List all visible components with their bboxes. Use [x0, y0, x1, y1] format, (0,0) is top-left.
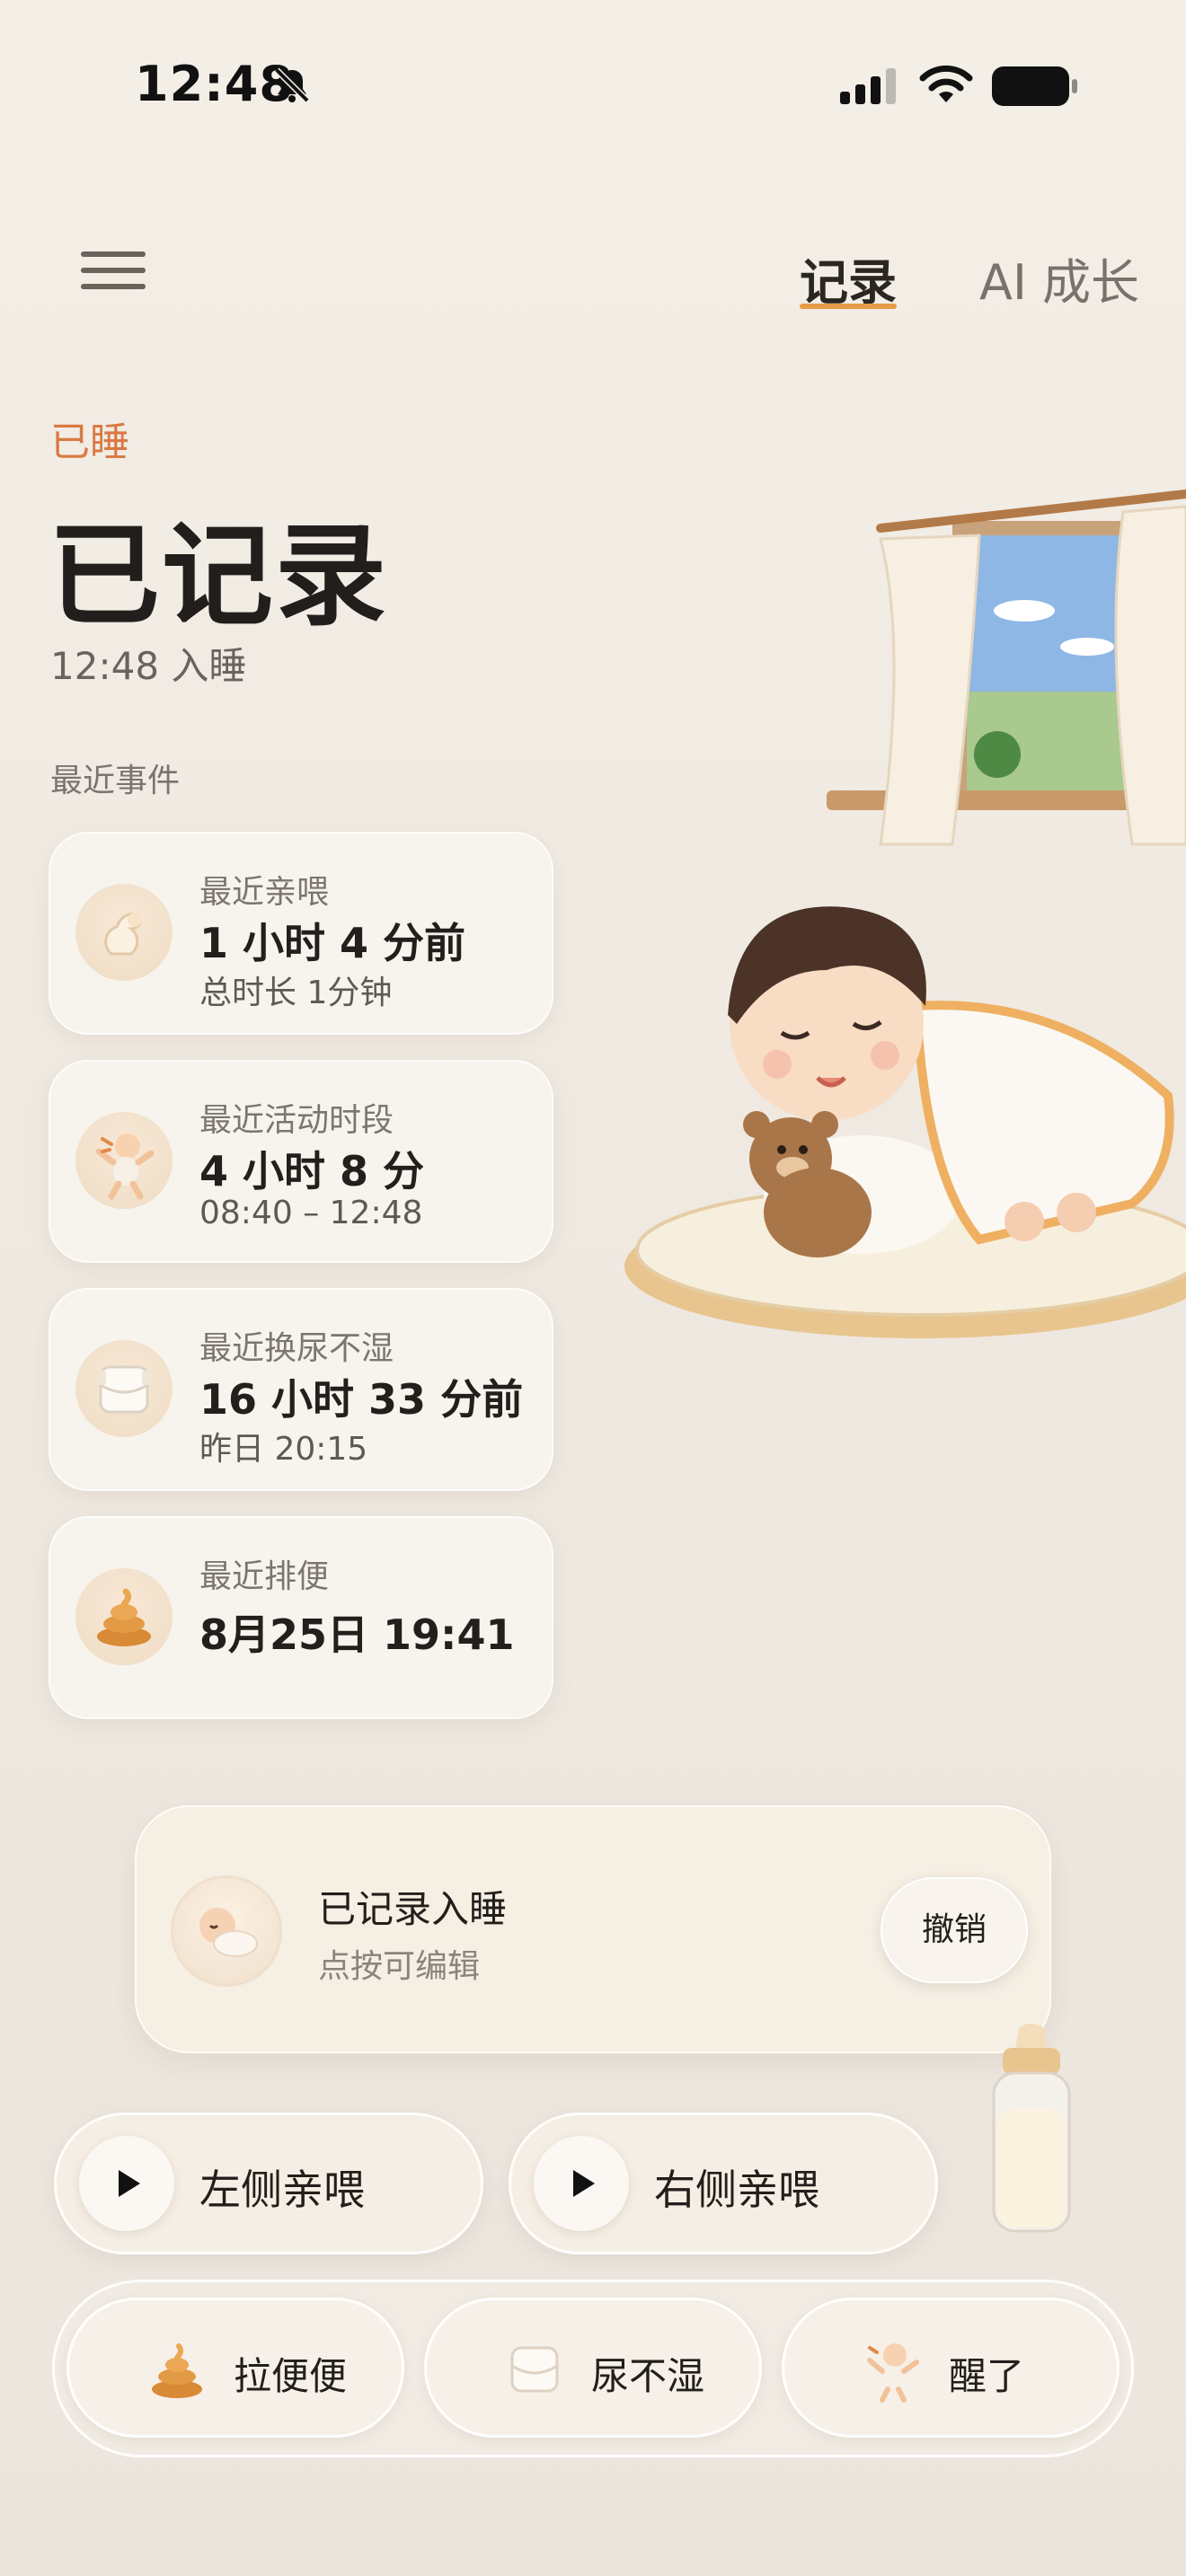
undo-button[interactable]: 撤销: [881, 1877, 1028, 1983]
sleeping-baby-icon: [171, 1875, 282, 1987]
diaper-icon: [75, 1340, 173, 1437]
recent-feeding-card[interactable]: 最近亲喂 1 小时 4 分前 总时长 1分钟: [49, 832, 553, 1035]
page-title: 已记录: [49, 512, 389, 641]
wifi-icon: [919, 65, 973, 102]
log-diaper-label: 尿不湿: [591, 2354, 705, 2398]
card-label: 最近亲喂: [199, 874, 330, 911]
play-icon: [534, 2136, 629, 2231]
menu-button[interactable]: [81, 251, 146, 296]
sleep-start-time: 12:48 入睡: [50, 644, 247, 688]
sleep-status-label: 已睡: [50, 419, 129, 465]
play-icon: [79, 2136, 174, 2231]
baby-awake-icon: [867, 2343, 919, 2403]
card-label: 最近换尿不湿: [199, 1330, 394, 1367]
right-feed-button[interactable]: 右侧亲喂: [509, 2113, 938, 2254]
recent-poop-card[interactable]: 最近排便 8月25日 19:41: [49, 1516, 553, 1719]
poop-icon: [152, 2343, 202, 2398]
sleeping-baby-illustration: [624, 906, 1186, 1338]
toast-title: 已记录入睡: [318, 1887, 508, 1931]
status-time: 12:48: [135, 56, 294, 112]
breastfeeding-icon: [75, 884, 173, 981]
hamburger-menu-icon: [81, 251, 146, 257]
card-label: 最近排便: [199, 1558, 330, 1595]
card-detail: 08:40 – 12:48: [199, 1195, 423, 1231]
card-label: 最近活动时段: [199, 1102, 394, 1139]
log-wake-label: 醒了: [949, 2354, 1025, 2398]
log-wake-button[interactable]: 醒了: [782, 2298, 1120, 2438]
left-feed-label: 左侧亲喂: [199, 2166, 365, 2214]
toast-subtitle: 点按可编辑: [318, 1948, 481, 1985]
card-detail: 昨日 20:15: [199, 1431, 368, 1468]
recent-activity-card[interactable]: 最近活动时段 4 小时 8 分 08:40 – 12:48: [49, 1060, 553, 1263]
cellular-signal-icon: [840, 68, 896, 104]
active-tab-indicator: [800, 304, 897, 309]
log-poop-button[interactable]: 拉便便: [66, 2298, 404, 2438]
log-poop-label: 拉便便: [234, 2354, 348, 2398]
left-feed-button[interactable]: 左侧亲喂: [54, 2113, 483, 2254]
quick-actions-bar: 拉便便 尿不湿 醒了: [52, 2280, 1134, 2457]
baby-active-icon: [75, 1112, 173, 1209]
card-value: 8月25日 19:41: [199, 1610, 515, 1659]
bell-slash-icon: [274, 67, 310, 103]
tab-ai-growth[interactable]: AI 成长: [979, 243, 1139, 313]
log-diaper-button[interactable]: 尿不湿: [424, 2298, 762, 2438]
sleep-recorded-toast[interactable]: 已记录入睡 点按可编辑 撤销: [135, 1805, 1051, 2053]
poop-icon: [75, 1568, 173, 1665]
battery-icon: [992, 66, 1077, 106]
diaper-icon: [510, 2346, 559, 2393]
card-value: 16 小时 33 分前: [199, 1375, 524, 1424]
card-detail: 总时长 1分钟: [199, 975, 393, 1011]
right-feed-label: 右侧亲喂: [654, 2166, 819, 2214]
recent-diaper-card[interactable]: 最近换尿不湿 16 小时 33 分前 昨日 20:15: [49, 1288, 553, 1491]
card-value: 1 小时 4 分前: [199, 919, 466, 967]
recent-events-heading: 最近事件: [50, 763, 181, 799]
card-value: 4 小时 8 分: [199, 1147, 425, 1195]
baby-bottle-icon[interactable]: [976, 2023, 1087, 2238]
